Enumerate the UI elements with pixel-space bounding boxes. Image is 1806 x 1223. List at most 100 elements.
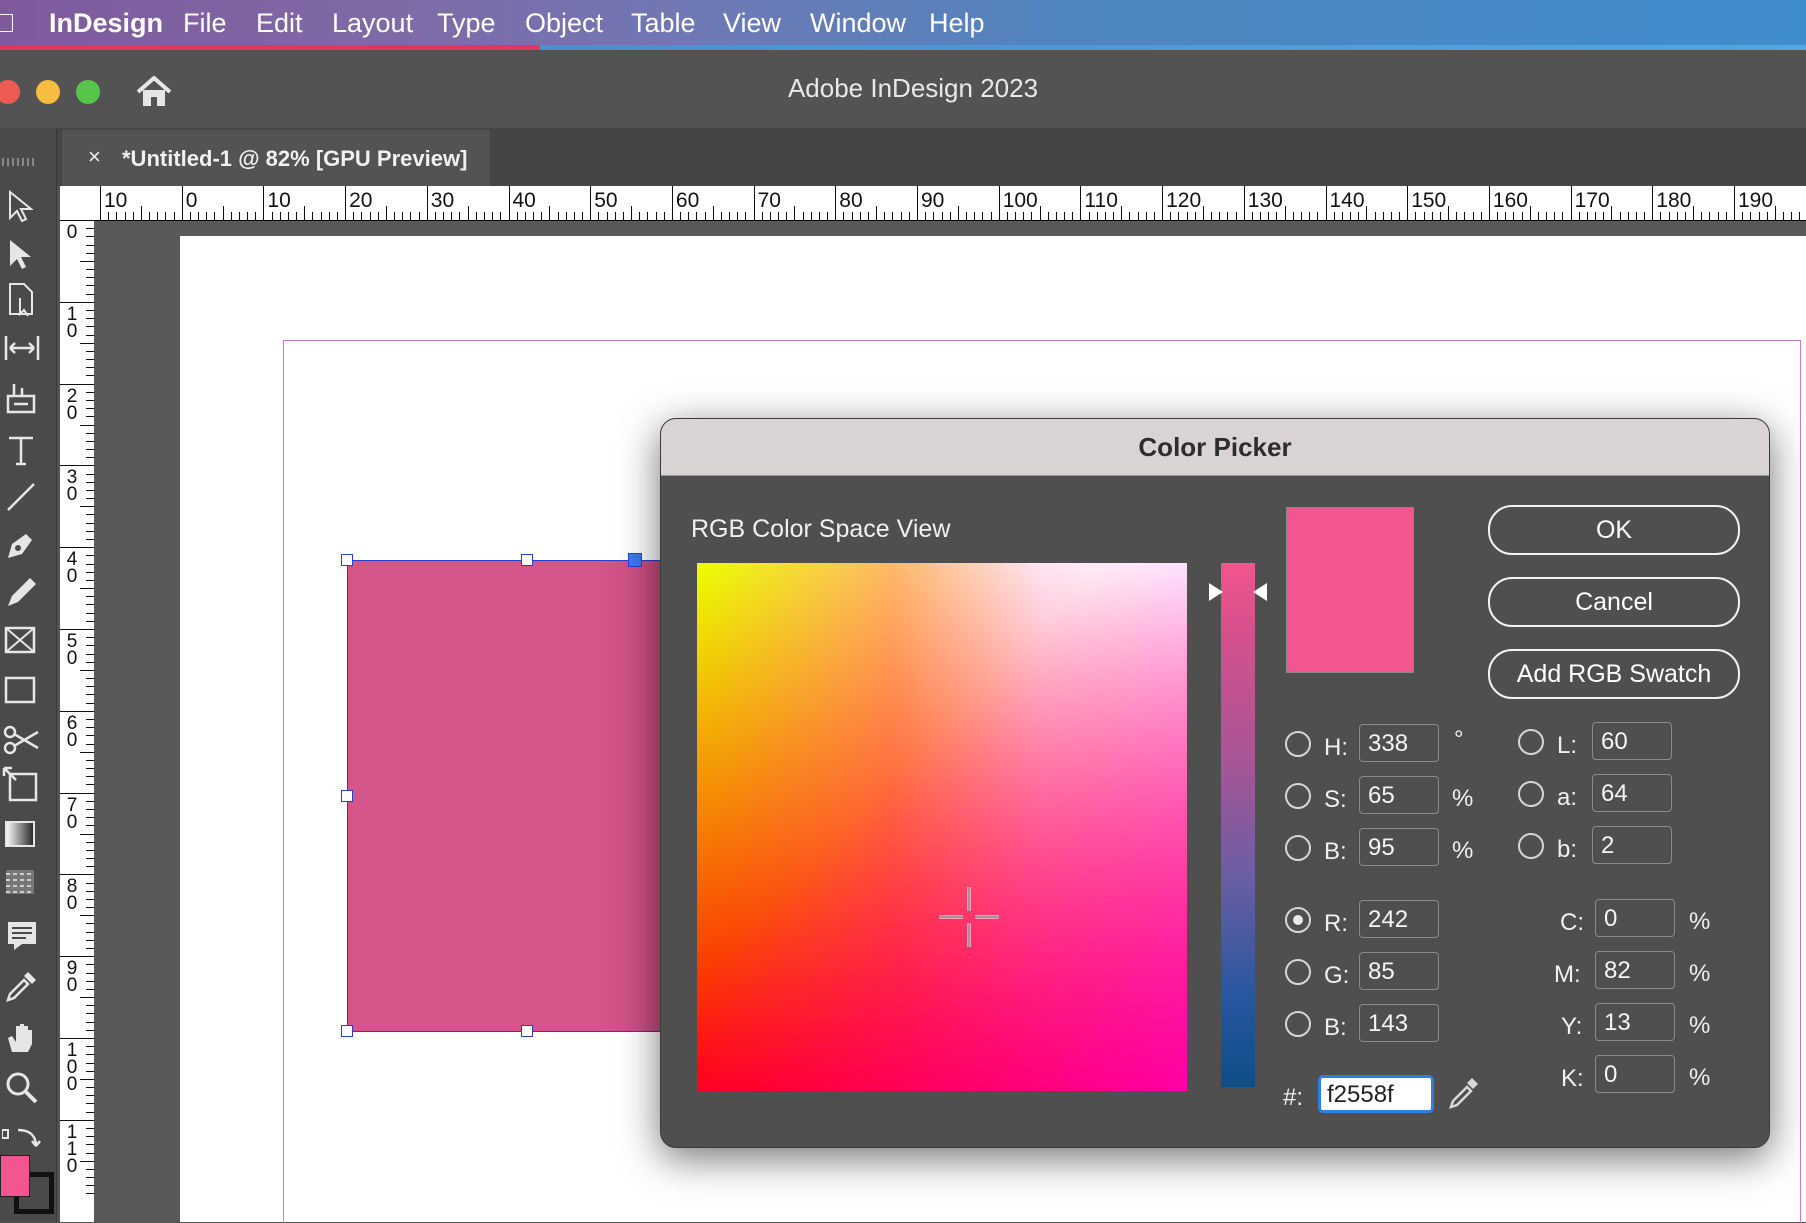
gap-tool-icon[interactable] [2,328,42,368]
input-b[interactable]: 95 [1359,828,1439,866]
vertical-ruler[interactable]: 0 10 20 30 40 50 60 70 80 90 100 110 [60,220,95,1222]
selection-tool-icon[interactable] [2,186,42,226]
ruler-minor-tick [304,206,306,220]
line-tool-icon[interactable] [2,476,42,516]
color-slider[interactable] [1221,563,1255,1087]
menu-layout[interactable]: Layout [332,8,413,39]
rectangle-tool-icon[interactable] [2,670,42,710]
color-field[interactable] [697,563,1187,1091]
scissors-tool-icon[interactable] [2,720,42,760]
menu-view[interactable]: View [723,8,781,39]
menu-edit[interactable]: Edit [256,8,303,39]
radio-rgb-b[interactable] [1285,1011,1311,1037]
ruler-minor-tick [86,416,94,418]
radio-l[interactable] [1518,729,1544,755]
slider-left-marker-icon[interactable] [1209,583,1223,601]
ruler-minor-tick [86,849,94,851]
eyedropper-tool-icon[interactable] [2,966,42,1006]
ruler-minor-tick [86,228,94,230]
input-rgb-b[interactable]: 143 [1359,1004,1439,1042]
selected-rectangle[interactable] [347,560,669,1032]
input-a[interactable]: 64 [1592,774,1672,812]
content-collector-tool-icon[interactable] [2,378,42,418]
hand-tool-icon[interactable] [2,1018,42,1058]
unit-percent: % [1689,1012,1711,1039]
type-tool-icon[interactable] [2,430,42,470]
radio-g[interactable] [1285,959,1311,985]
menu-app-indesign[interactable]: InDesign [49,8,163,39]
input-lab-b[interactable]: 2 [1592,826,1672,864]
dialog-title[interactable]: Color Picker [661,419,1769,476]
ruler-minor-tick [377,212,379,220]
close-tab-icon[interactable]: × [88,144,101,170]
input-h[interactable]: 338 [1359,724,1439,762]
radio-h[interactable] [1285,731,1311,757]
input-k[interactable]: 0 [1595,1055,1675,1093]
note-tool-icon[interactable] [2,916,42,956]
ruler-minor-tick [933,212,935,220]
tools-panel-grip[interactable] [2,158,36,166]
menu-table[interactable]: Table [631,8,696,39]
menu-help[interactable]: Help [929,8,985,39]
pen-tool-icon[interactable] [2,524,42,564]
page-tool-icon[interactable] [2,280,42,320]
ruler-tick [60,1038,94,1039]
ruler-minor-tick [1399,212,1401,220]
hex-input[interactable]: f2558f [1318,1075,1434,1113]
ruler-origin[interactable] [60,186,94,220]
radio-lab-b[interactable] [1518,833,1544,859]
selection-handle[interactable] [341,790,353,802]
cancel-button[interactable]: Cancel [1488,577,1740,627]
ruler-minor-tick [279,212,281,220]
selection-handle-reference-point[interactable] [628,553,642,567]
radio-r-selected[interactable] [1285,907,1311,933]
menu-object[interactable]: Object [525,8,603,39]
swap-fill-stroke-icon[interactable] [1,1120,42,1160]
radio-b[interactable] [1285,835,1311,861]
ruler-minor-tick [86,694,94,696]
selection-handle[interactable] [341,554,353,566]
fill-swatch[interactable] [0,1155,30,1197]
horizontal-ruler[interactable]: 10 0 10 20 30 40 50 60 70 80 90 100 110 120 130 140 150 1… [94,186,1806,221]
direct-selection-tool-icon[interactable] [2,234,42,274]
ruler-minor-tick [598,212,600,220]
ruler-minor-tick [255,212,257,220]
document-tab[interactable]: × *Untitled-1 @ 82% [GPU Preview] [62,130,490,186]
input-m[interactable]: 82 [1595,951,1675,989]
ok-button[interactable]: OK [1488,505,1740,555]
free-transform-tool-icon[interactable] [2,766,42,806]
ruler-minor-tick [1415,212,1417,220]
menu-window[interactable]: Window [810,8,906,39]
input-r[interactable]: 242 [1359,900,1439,938]
menu-type[interactable]: Type [437,8,496,39]
ruler-minor-tick [769,212,771,220]
input-c[interactable]: 0 [1595,899,1675,937]
selection-handle[interactable] [341,1025,353,1037]
ruler-minor-tick [271,212,273,220]
ruler-minor-tick [884,212,886,220]
apple-icon[interactable]:  [0,8,16,39]
zoom-tool-icon[interactable] [2,1068,42,1108]
selection-handle[interactable] [521,554,533,566]
gradient-swatch-tool-icon[interactable] [2,814,42,854]
slider-right-marker-icon[interactable] [1253,583,1267,601]
selection-handle[interactable] [521,1025,533,1037]
ruler-minor-tick [1439,212,1441,220]
rectangle-frame-tool-icon[interactable] [2,620,42,660]
menu-file[interactable]: File [183,8,227,39]
add-rgb-swatch-button[interactable]: Add RGB Swatch [1488,649,1740,699]
input-y[interactable]: 13 [1595,1003,1675,1041]
ruler-minor-tick [410,212,412,220]
input-g[interactable]: 85 [1359,952,1439,990]
input-l[interactable]: 60 [1592,722,1672,760]
radio-a[interactable] [1518,781,1544,807]
ruler-minor-tick [1799,212,1801,220]
gradient-feather-tool-icon[interactable] [2,862,42,902]
color-field-crosshair-icon[interactable] [937,885,1001,949]
ruler-minor-tick [1448,206,1450,220]
eyedropper-icon[interactable] [1445,1073,1483,1111]
ruler-minor-tick [818,212,820,220]
input-s[interactable]: 65 [1359,776,1439,814]
pencil-tool-icon[interactable] [2,572,42,612]
radio-s[interactable] [1285,783,1311,809]
